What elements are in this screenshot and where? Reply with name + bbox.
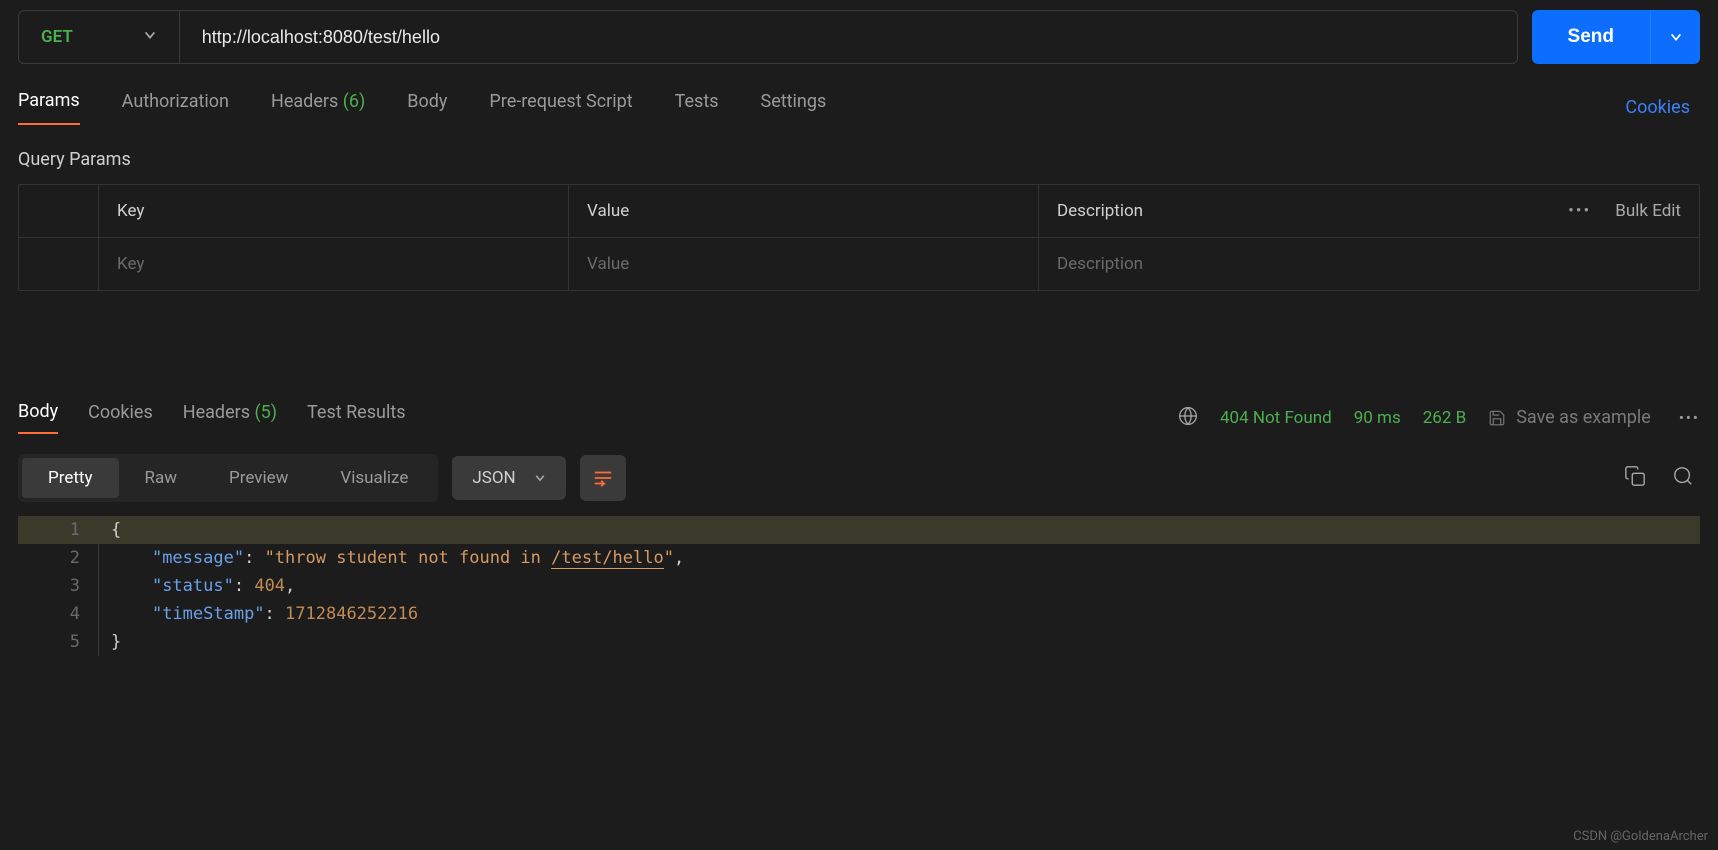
send-button[interactable]: Send xyxy=(1532,10,1650,64)
request-tabs: Params Authorization Headers (6) Body Pr… xyxy=(18,82,1700,125)
table-header-check xyxy=(19,185,99,237)
code-line: 5 } xyxy=(18,628,1700,656)
line-number: 4 xyxy=(18,600,98,628)
response-tab-headers[interactable]: Headers (5) xyxy=(183,402,277,433)
row-checkbox[interactable] xyxy=(19,238,99,290)
bulk-edit-button[interactable]: Bulk Edit xyxy=(1615,201,1681,221)
line-number: 1 xyxy=(18,516,98,544)
http-method-label: GET xyxy=(41,27,73,47)
response-more-icon[interactable]: ••• xyxy=(1679,409,1700,427)
http-method-select[interactable]: GET xyxy=(19,11,180,63)
search-icon[interactable] xyxy=(1666,459,1700,497)
view-visualize[interactable]: Visualize xyxy=(314,458,434,498)
copy-icon[interactable] xyxy=(1618,459,1652,497)
table-header-value: Value xyxy=(569,185,1039,237)
code-text[interactable]: } xyxy=(98,628,121,656)
url-input[interactable] xyxy=(180,11,1517,63)
response-time: 90 ms xyxy=(1354,408,1401,428)
view-pretty[interactable]: Pretty xyxy=(22,458,119,498)
watermark: CSDN @GoldenaArcher xyxy=(1573,829,1708,844)
view-preview[interactable]: Preview xyxy=(203,458,314,498)
query-params-title: Query Params xyxy=(18,149,1700,170)
code-line: 3 "status": 404, xyxy=(18,572,1700,600)
view-mode-tabs: Pretty Raw Preview Visualize xyxy=(18,454,438,502)
response-tab-testresults[interactable]: Test Results xyxy=(307,402,405,433)
tab-headers[interactable]: Headers (6) xyxy=(271,91,365,124)
description-input[interactable]: Description xyxy=(1039,238,1699,290)
cookies-link[interactable]: Cookies xyxy=(1625,97,1700,118)
tab-tests[interactable]: Tests xyxy=(675,91,719,124)
tab-headers-count: (6) xyxy=(343,91,366,112)
view-raw[interactable]: Raw xyxy=(119,458,204,498)
code-text[interactable]: "timeStamp": 1712846252216 xyxy=(98,600,418,628)
line-number: 3 xyxy=(18,572,98,600)
table-header-row: Key Value Description ••• Bulk Edit xyxy=(19,185,1699,238)
status-code: 404 Not Found xyxy=(1220,408,1332,428)
response-size: 262 B xyxy=(1423,408,1466,428)
tab-headers-label: Headers xyxy=(271,91,338,112)
save-as-example-label: Save as example xyxy=(1516,407,1651,428)
url-box: GET xyxy=(18,10,1518,64)
tab-settings[interactable]: Settings xyxy=(761,91,827,124)
response-tabs: Body Cookies Headers (5) Test Results 40… xyxy=(18,401,1700,434)
table-header-desc: Description ••• Bulk Edit xyxy=(1039,185,1699,237)
response-section: Body Cookies Headers (5) Test Results 40… xyxy=(18,401,1700,656)
response-meta: 404 Not Found 90 ms 262 B Save as exampl… xyxy=(1178,406,1700,430)
code-text[interactable]: "message": "throw student not found in /… xyxy=(98,544,684,572)
wrap-lines-button[interactable] xyxy=(580,455,626,501)
more-options-icon[interactable]: ••• xyxy=(1568,201,1591,221)
send-dropdown-button[interactable] xyxy=(1650,10,1700,64)
tab-body[interactable]: Body xyxy=(407,91,447,124)
table-input-row: Key Value Description xyxy=(19,238,1699,290)
chevron-down-icon xyxy=(143,28,157,46)
format-label: JSON xyxy=(472,468,515,488)
response-tab-body[interactable]: Body xyxy=(18,401,58,434)
code-line: 2 "message": "throw student not found in… xyxy=(18,544,1700,572)
key-input[interactable]: Key xyxy=(99,238,569,290)
save-as-example-button[interactable]: Save as example xyxy=(1488,407,1651,428)
globe-icon[interactable] xyxy=(1178,406,1198,430)
response-body: 1 { 2 "message": "throw student not foun… xyxy=(18,516,1700,656)
code-text[interactable]: "status": 404, xyxy=(98,572,295,600)
code-text[interactable]: { xyxy=(98,516,121,544)
query-params-table: Key Value Description ••• Bulk Edit Key … xyxy=(18,184,1700,291)
format-select[interactable]: JSON xyxy=(452,456,565,500)
request-bar: GET Send xyxy=(18,10,1700,64)
response-tab-headers-count: (5) xyxy=(254,402,277,423)
view-toolbar: Pretty Raw Preview Visualize JSON xyxy=(18,454,1700,502)
table-header-key: Key xyxy=(99,185,569,237)
line-number: 5 xyxy=(18,628,98,656)
response-tab-headers-label: Headers xyxy=(183,402,250,423)
code-line: 1 { xyxy=(18,516,1700,544)
line-number: 2 xyxy=(18,544,98,572)
tab-authorization[interactable]: Authorization xyxy=(122,91,229,124)
tab-prerequest[interactable]: Pre-request Script xyxy=(489,91,632,124)
send-group: Send xyxy=(1532,10,1700,64)
tab-params[interactable]: Params xyxy=(18,90,80,125)
value-input[interactable]: Value xyxy=(569,238,1039,290)
code-line: 4 "timeStamp": 1712846252216 xyxy=(18,600,1700,628)
response-tab-cookies[interactable]: Cookies xyxy=(88,402,153,433)
table-header-desc-label: Description xyxy=(1057,201,1143,221)
